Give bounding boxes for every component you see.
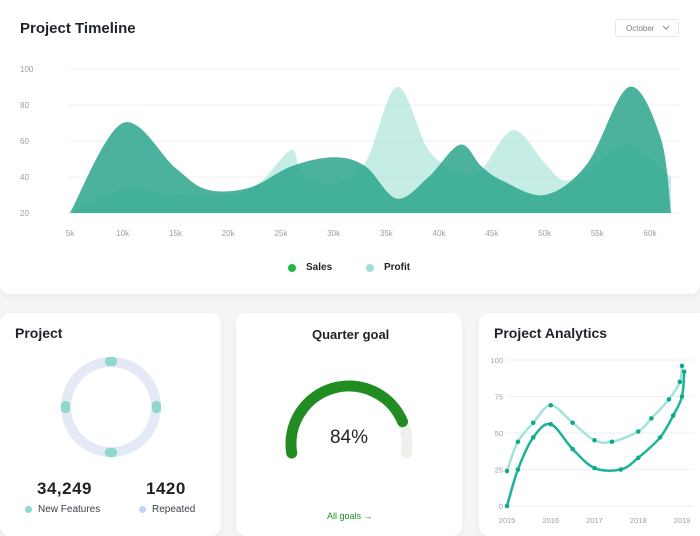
ring-handle-left[interactable]	[61, 401, 70, 413]
ring-handle-top[interactable]	[105, 357, 117, 366]
analytics-x-tick: 2017	[586, 516, 603, 525]
timeline-x-tick: 40k	[433, 229, 447, 238]
analytics-point[interactable]	[649, 416, 654, 421]
timeline-x-tick: 55k	[591, 229, 605, 238]
goal-title: Quarter goal	[312, 327, 390, 342]
timeline-x-tick: 25k	[274, 229, 288, 238]
timeline-x-tick: 5k	[66, 229, 75, 238]
analytics-x-tick: 2018	[630, 516, 647, 525]
timeline-y-tick: 80	[20, 101, 29, 110]
analytics-point[interactable]	[609, 439, 615, 445]
timeline-y-tick: 20	[20, 209, 29, 218]
legend-sales-label: Sales	[306, 262, 333, 273]
all-goals-link[interactable]: All goals →	[327, 511, 373, 521]
ring-handle-bottom[interactable]	[105, 448, 117, 457]
analytics-line-1	[505, 364, 684, 473]
month-select-value: October	[626, 23, 655, 33]
timeline-y-tick: 60	[20, 137, 29, 146]
repeated-legend: Repeated	[139, 504, 195, 515]
analytics-point[interactable]	[618, 467, 624, 472]
analytics-point[interactable]	[548, 421, 554, 427]
new-features-value: 34,249	[37, 479, 92, 498]
analytics-x-tick: 2019	[674, 516, 691, 525]
ring-track	[61, 357, 161, 457]
analytics-point[interactable]	[677, 379, 683, 385]
legend-profit-dot	[366, 263, 374, 272]
timeline-x-tick: 20k	[222, 229, 236, 238]
timeline-x-tick: 10k	[116, 229, 130, 238]
legend-profit[interactable]: Profit	[366, 262, 410, 273]
analytics-point[interactable]	[635, 429, 641, 434]
analytics-point[interactable]	[504, 503, 510, 509]
analytics-point[interactable]	[592, 465, 597, 471]
analytics-point[interactable]	[504, 468, 510, 474]
analytics-point[interactable]	[548, 402, 554, 408]
analytics-point[interactable]	[679, 394, 685, 399]
project-card: Project 34,249 New Features 1420 Repeate…	[0, 313, 221, 536]
new-features-label: New Features	[38, 504, 101, 515]
repeated-label: Repeated	[152, 504, 196, 515]
analytics-point[interactable]	[515, 467, 521, 472]
analytics-point[interactable]	[570, 446, 575, 452]
analytics-point[interactable]	[681, 369, 687, 374]
timeline-x-tick: 15k	[169, 229, 183, 238]
analytics-x-tick: 2016	[542, 516, 559, 525]
legend-sales-dot	[288, 263, 296, 272]
analytics-point[interactable]	[570, 420, 575, 426]
repeated-dot	[139, 506, 146, 513]
analytics-y-tick: 25	[495, 466, 503, 475]
project-title: Project	[15, 325, 63, 341]
timeline-x-tick: 45k	[485, 229, 499, 238]
timeline-x-tick: 50k	[538, 229, 552, 238]
analytics-point[interactable]	[530, 435, 536, 440]
timeline-chart: 100 80 60 40 20 5k 10k 15k 20k 25k 30k 35k 40k 45k 50k…	[20, 65, 680, 238]
legend-sales[interactable]: Sales	[288, 262, 332, 273]
timeline-y-tick: 100	[20, 65, 34, 74]
timeline-x-tick: 60k	[644, 229, 658, 238]
timeline-x-tick: 35k	[380, 229, 394, 238]
month-select[interactable]: October	[615, 19, 679, 37]
analytics-y-tick: 75	[495, 393, 503, 402]
analytics-title: Project Analytics	[494, 325, 608, 341]
new-features-dot	[25, 506, 32, 513]
goal-percent: 84%	[330, 427, 368, 448]
chevron-down-icon	[662, 25, 670, 30]
project-timeline-card: Project Timeline October 100 80 60 40 20 5k 10…	[0, 0, 700, 294]
timeline-title: Project Timeline	[20, 20, 136, 37]
analytics-point[interactable]	[635, 455, 641, 461]
timeline-y-tick: 40	[20, 173, 29, 182]
goal-gauge: 84%	[285, 380, 413, 459]
analytics-point[interactable]	[666, 397, 672, 402]
analytics-x-tick: 2015	[499, 516, 516, 525]
analytics-point[interactable]	[530, 420, 536, 426]
analytics-point[interactable]	[515, 439, 521, 445]
analytics-y-tick: 100	[490, 356, 503, 365]
analytics-point[interactable]	[670, 413, 676, 418]
repeated-value: 1420	[146, 479, 186, 498]
analytics-point[interactable]	[657, 435, 663, 440]
analytics-point[interactable]	[679, 363, 685, 369]
ring-handle-right[interactable]	[152, 401, 161, 413]
analytics-point[interactable]	[592, 438, 597, 443]
analytics-chart: 100 75 50 25 0 2015 2016 2017 2018 2019	[490, 356, 694, 525]
timeline-area-sales	[70, 86, 672, 213]
timeline-x-tick: 30k	[327, 229, 341, 238]
analytics-y-tick: 0	[499, 502, 503, 511]
legend-profit-label: Profit	[384, 262, 411, 273]
new-features-legend: New Features	[25, 504, 100, 515]
project-ring	[61, 357, 161, 457]
analytics-y-tick: 50	[495, 429, 503, 438]
